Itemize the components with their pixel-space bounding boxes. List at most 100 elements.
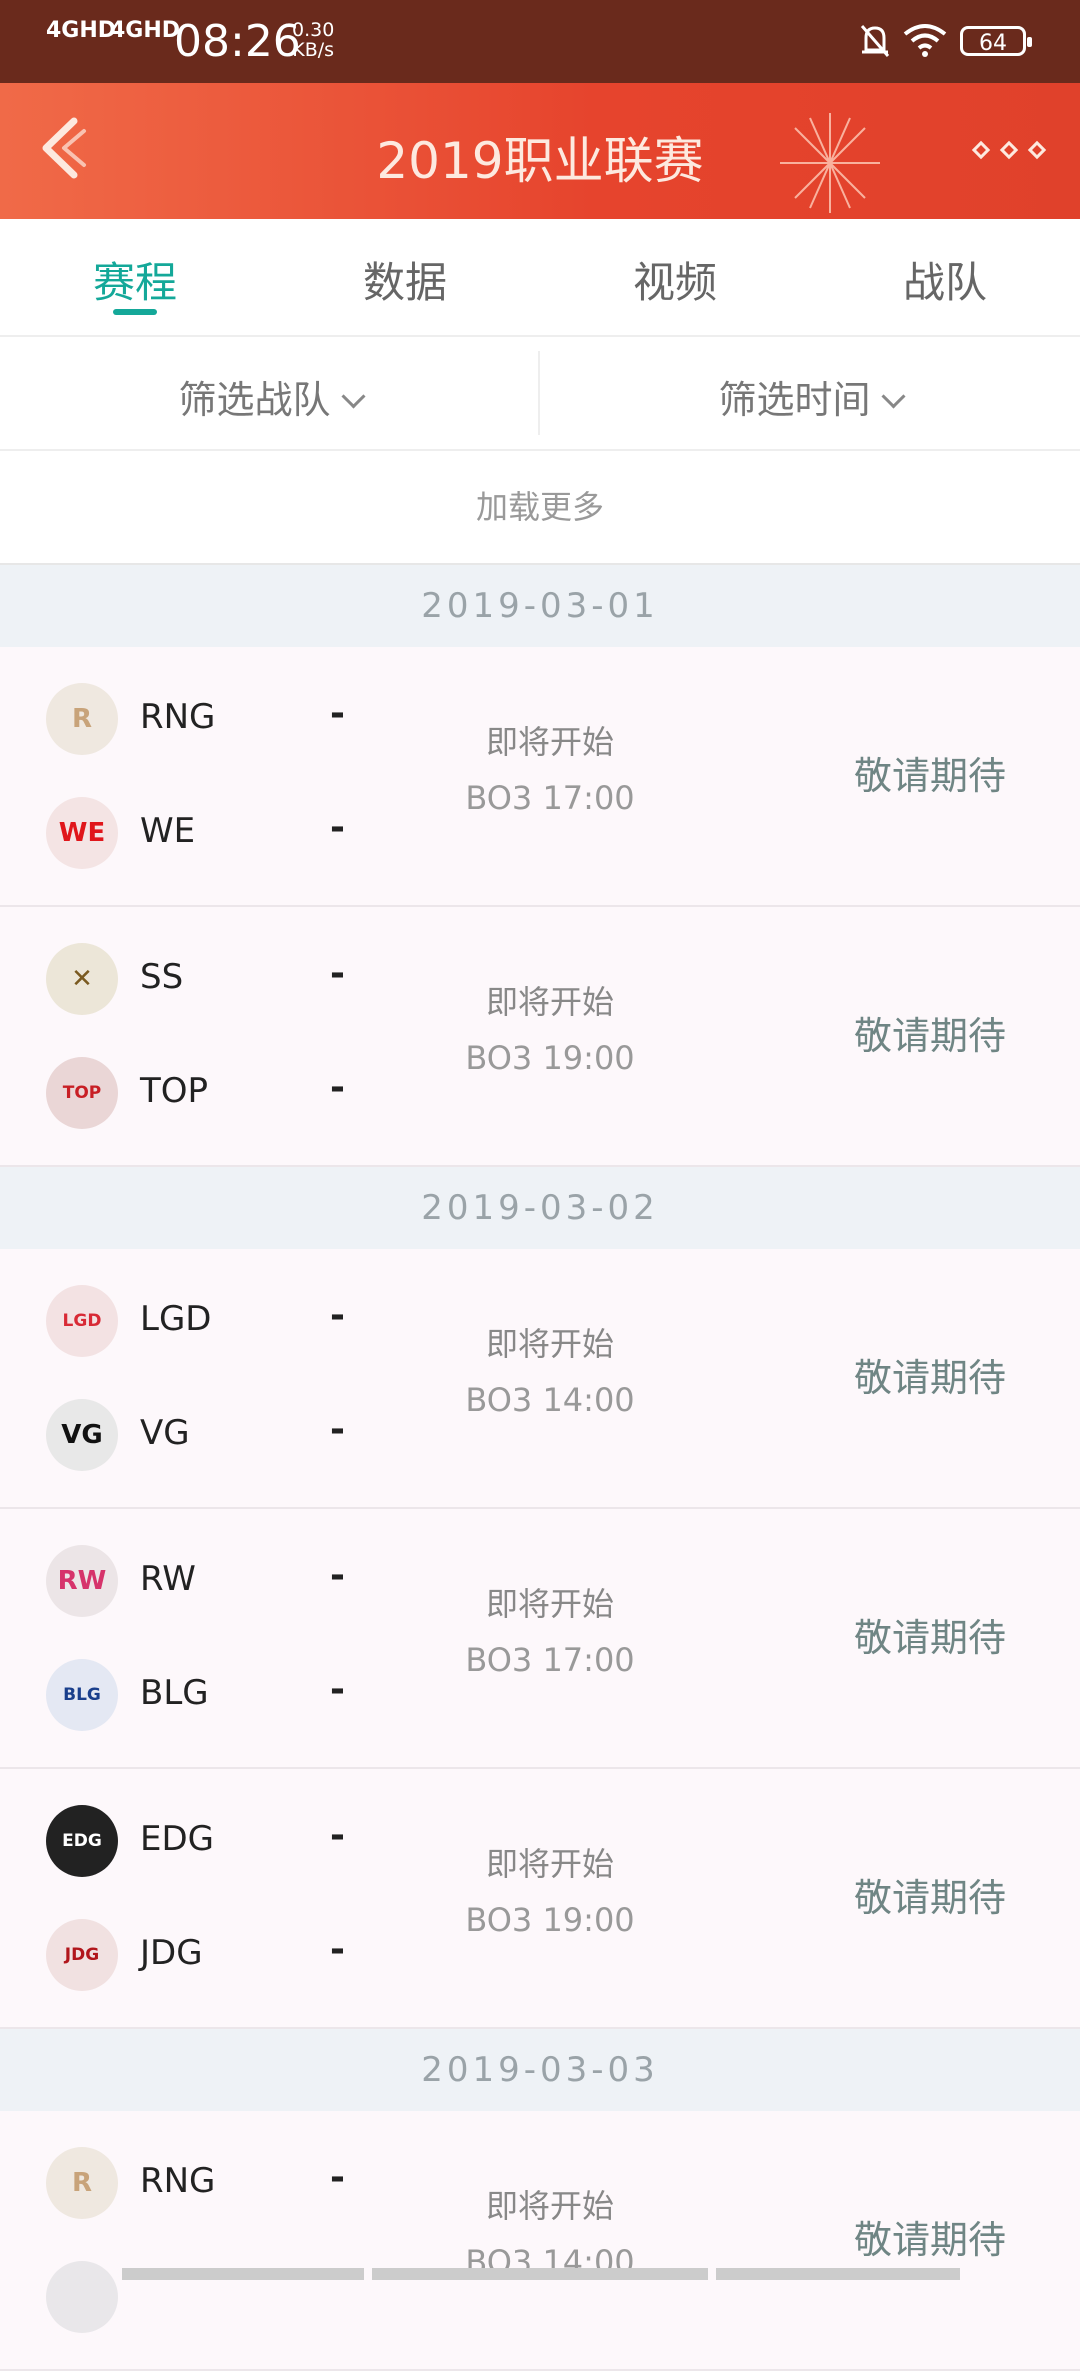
clock: 08:26 bbox=[174, 16, 301, 67]
chevron-down-icon bbox=[340, 384, 366, 409]
match-row[interactable]: LGD LGD - VG VG - 即将开始 BO3 14:00 敬请期待 bbox=[0, 1249, 1080, 1509]
network-speed-value: 0.30 bbox=[292, 19, 335, 41]
team-score: - bbox=[330, 1295, 345, 1336]
lgd-logo-icon: LGD bbox=[46, 1285, 118, 1357]
match-row[interactable]: RW RW - BLG BLG - 即将开始 BO3 17:00 敬请期待 bbox=[0, 1509, 1080, 1769]
team-score: - bbox=[330, 2157, 345, 2198]
match-format-time: BO3 17:00 bbox=[465, 779, 635, 817]
team-name: BLG bbox=[140, 1673, 209, 1713]
date-header: 2019-03-02 bbox=[0, 1167, 1080, 1249]
app-header: 2019职业联赛 bbox=[0, 83, 1080, 219]
page-title: 2019职业联赛 bbox=[376, 132, 704, 190]
match-format-time: BO3 14:00 bbox=[465, 1381, 635, 1419]
match-row[interactable]: R RNG - WE WE - 即将开始 BO3 17:00 敬请期待 bbox=[0, 647, 1080, 907]
edg-logo-icon: EDG bbox=[46, 1805, 118, 1877]
team-logo-icon bbox=[46, 2261, 118, 2333]
team-name: RNG bbox=[140, 2161, 216, 2201]
rng-logo-icon: R bbox=[46, 683, 118, 755]
team-entry: BLG BLG - bbox=[46, 1659, 366, 1731]
team-entry: TOP TOP - bbox=[46, 1057, 366, 1129]
match-action-label[interactable]: 敬请期待 bbox=[810, 1607, 1050, 1662]
scroll-indicator bbox=[122, 2268, 364, 2280]
team-entry: WE WE - bbox=[46, 797, 366, 869]
scroll-indicator bbox=[716, 2268, 960, 2280]
match-status: 即将开始 bbox=[485, 1325, 614, 1363]
mute-bell-icon bbox=[860, 25, 890, 57]
team-score: - bbox=[330, 1067, 345, 1108]
team-entry: RW RW - bbox=[46, 1545, 366, 1617]
match-action-label[interactable]: 敬请期待 bbox=[810, 1005, 1050, 1060]
team-name: RW bbox=[140, 1559, 196, 1599]
network-speed-unit: KB/s bbox=[292, 39, 335, 61]
blg-logo-icon: BLG bbox=[46, 1659, 118, 1731]
team-entry: R RNG - bbox=[46, 2147, 366, 2219]
team-score: - bbox=[330, 1409, 345, 1450]
team-score: - bbox=[330, 807, 345, 848]
team-score: - bbox=[330, 953, 345, 994]
team-score: - bbox=[330, 1555, 345, 1596]
team-entry: VG VG - bbox=[46, 1399, 366, 1471]
tab-data[interactable]: 数据 bbox=[270, 249, 540, 310]
vg-logo-icon: VG bbox=[46, 1399, 118, 1471]
team-score: - bbox=[330, 1669, 345, 1710]
team-score: - bbox=[330, 693, 345, 734]
match-row[interactable]: R RNG - 即将开始 BO3 14:00 敬请期待 bbox=[0, 2111, 1080, 2371]
match-action-label[interactable]: 敬请期待 bbox=[810, 745, 1050, 800]
load-more-button[interactable]: 加载更多 bbox=[0, 451, 1080, 565]
match-status: 即将开始 bbox=[485, 983, 614, 1021]
tab-teams[interactable]: 战队 bbox=[810, 249, 1080, 310]
rng-logo-icon: R bbox=[46, 2147, 118, 2219]
filter-time-dropdown[interactable]: 筛选时间 bbox=[540, 369, 1080, 424]
team-name: JDG bbox=[140, 1933, 203, 1973]
filter-bar: 筛选战队 筛选时间 bbox=[0, 337, 1080, 451]
team-entry: R RNG - bbox=[46, 683, 366, 755]
match-row[interactable]: EDG EDG - JDG JDG - 即将开始 BO3 19:00 敬请期待 bbox=[0, 1769, 1080, 2029]
status-bar: 4GHD 4GHD 08:26 0.30 KB/s 64 bbox=[0, 0, 1080, 83]
match-row[interactable]: ✕ SS - TOP TOP - 即将开始 BO3 19:00 敬请期待 bbox=[0, 907, 1080, 1167]
team-name: VG bbox=[140, 1413, 190, 1453]
team-entry: LGD LGD - bbox=[46, 1285, 366, 1357]
filter-team-dropdown[interactable]: 筛选战队 bbox=[0, 369, 540, 424]
team-score: - bbox=[330, 1929, 345, 1970]
match-status: 即将开始 bbox=[485, 2187, 614, 2225]
wifi-icon bbox=[903, 24, 947, 57]
we-logo-icon: WE bbox=[46, 797, 118, 869]
jdg-logo-icon: JDG bbox=[46, 1919, 118, 1991]
tab-bar: 赛程 数据 视频 战队 bbox=[0, 219, 1080, 337]
match-action-label[interactable]: 敬请期待 bbox=[810, 1347, 1050, 1402]
schedule-list: 2019-03-01 R RNG - WE WE - 即将开始 BO3 17:00 敬请期待 ✕ SS… bbox=[0, 565, 1080, 2371]
team-name: WE bbox=[140, 811, 196, 851]
active-tab-indicator bbox=[113, 309, 157, 315]
team-name: LGD bbox=[140, 1299, 212, 1339]
team-name: SS bbox=[140, 957, 184, 997]
signal-1-icon: 4GHD bbox=[46, 18, 117, 43]
match-status: 即将开始 bbox=[485, 1585, 614, 1623]
more-options-icon[interactable] bbox=[970, 131, 1050, 171]
team-entry: EDG EDG - bbox=[46, 1805, 366, 1877]
rw-logo-icon: RW bbox=[46, 1545, 118, 1617]
match-action-label[interactable]: 敬请期待 bbox=[810, 1867, 1050, 1922]
network-speed: 0.30 KB/s bbox=[292, 20, 334, 60]
team-name: RNG bbox=[140, 697, 216, 737]
signal-2-icon: 4GHD bbox=[110, 18, 181, 43]
match-format-time: BO3 19:00 bbox=[465, 1901, 635, 1939]
ss-logo-icon: ✕ bbox=[46, 943, 118, 1015]
team-score: - bbox=[330, 1815, 345, 1856]
match-status: 即将开始 bbox=[485, 1845, 614, 1883]
match-status: 即将开始 bbox=[485, 723, 614, 761]
filter-time-label: 筛选时间 bbox=[718, 378, 871, 422]
date-header: 2019-03-01 bbox=[0, 565, 1080, 647]
team-name: TOP bbox=[140, 1071, 209, 1111]
chevron-down-icon bbox=[880, 384, 906, 409]
scroll-indicator bbox=[372, 2268, 708, 2280]
tab-schedule[interactable]: 赛程 bbox=[0, 249, 270, 310]
team-entry: JDG JDG - bbox=[46, 1919, 366, 1991]
tab-video[interactable]: 视频 bbox=[540, 249, 810, 310]
team-name: EDG bbox=[140, 1819, 215, 1859]
match-action-label[interactable]: 敬请期待 bbox=[810, 2209, 1050, 2264]
filter-team-label: 筛选战队 bbox=[178, 378, 331, 422]
firework-decoration-icon bbox=[780, 113, 880, 213]
date-header: 2019-03-03 bbox=[0, 2029, 1080, 2111]
match-format-time: BO3 19:00 bbox=[465, 1039, 635, 1077]
match-format-time: BO3 17:00 bbox=[465, 1641, 635, 1679]
